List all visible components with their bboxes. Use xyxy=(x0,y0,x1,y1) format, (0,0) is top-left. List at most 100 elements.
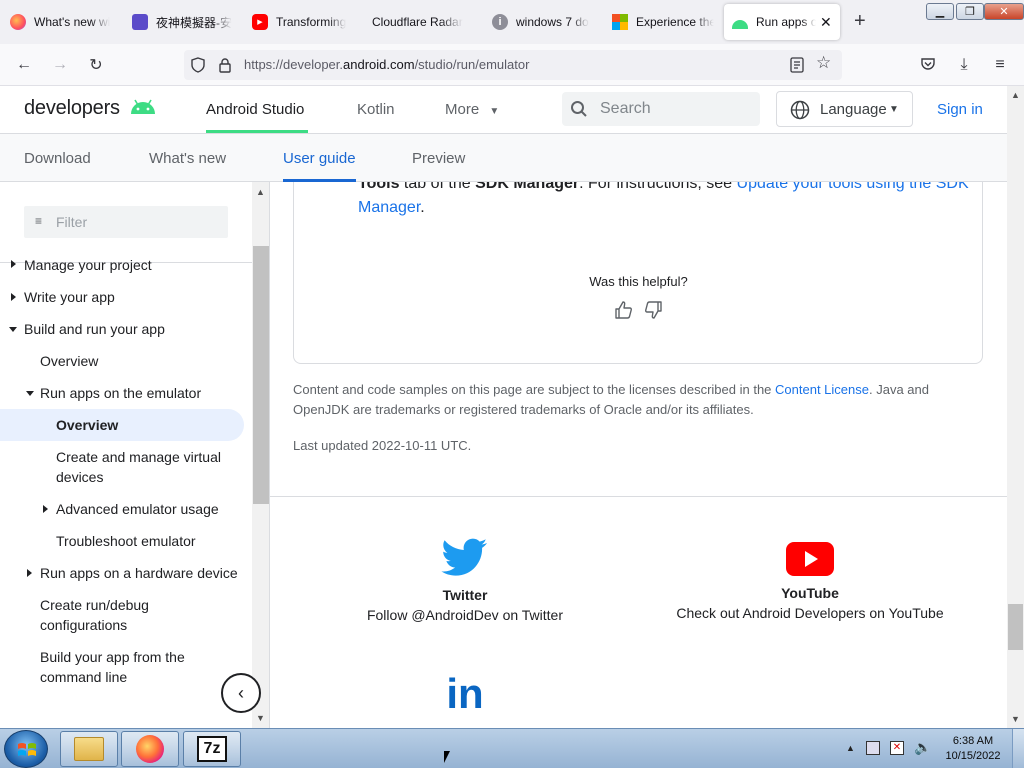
nav-kotlin[interactable]: Kotlin xyxy=(357,101,395,118)
lock-icon[interactable] xyxy=(218,57,232,73)
back-button[interactable]: ← xyxy=(12,53,36,77)
browser-tab[interactable]: Cloudflare Radar xyxy=(364,4,482,40)
scroll-up-arrow-icon[interactable]: ▲ xyxy=(1007,87,1024,103)
reload-button[interactable]: ↻ xyxy=(84,53,108,77)
show-hidden-icons-arrow[interactable]: ▲ xyxy=(846,743,855,753)
sidebar-item-build-run[interactable]: Build and run your app xyxy=(24,319,165,339)
developers-logo[interactable]: developers xyxy=(24,97,157,120)
license-text: Content and code samples on this page ar… xyxy=(293,382,929,417)
minimize-icon: ▁ xyxy=(935,6,945,18)
taskbar-7zip[interactable]: 7z xyxy=(183,731,241,767)
new-tab-button[interactable]: + xyxy=(854,10,866,33)
sidebar-item-overview-selected[interactable]: Overview xyxy=(56,415,118,435)
forward-button[interactable]: → xyxy=(48,53,72,77)
tab-whats-new[interactable]: What's new xyxy=(149,150,226,167)
sub-navigation: Download What's new User guide Preview xyxy=(0,134,1007,182)
search-input[interactable]: Search xyxy=(562,92,760,126)
browser-tab[interactable]: ▶ Transforming xyxy=(244,4,362,40)
show-desktop-button[interactable] xyxy=(1012,729,1024,768)
search-icon xyxy=(571,101,587,117)
browser-tab[interactable]: What's new wi xyxy=(2,4,120,40)
nav-more[interactable]: More ▼ xyxy=(445,101,499,118)
feedback-prompt: Was this helpful? xyxy=(589,274,688,289)
mouse-cursor-icon xyxy=(444,751,450,763)
main-content: Tools tab of the SDK Manager. For instru… xyxy=(270,182,1007,728)
url-bar[interactable]: https://developer.android.com/studio/run… xyxy=(184,50,842,80)
browser-tab[interactable]: 夜神模擬器-安 xyxy=(124,4,242,40)
browser-tab[interactable]: Experience the xyxy=(604,4,722,40)
restore-button[interactable]: ❐ xyxy=(956,3,984,20)
start-button[interactable] xyxy=(4,730,48,768)
microsoft-icon xyxy=(612,14,628,30)
expand-arrow-icon[interactable] xyxy=(11,260,16,268)
minimize-button[interactable]: ▁ xyxy=(926,3,954,20)
windows-logo-icon xyxy=(18,743,36,756)
network-icon[interactable] xyxy=(866,741,880,755)
downloads-button[interactable]: ⤓ xyxy=(952,53,976,77)
thumbs-down-icon[interactable] xyxy=(643,300,663,320)
taskbar-file-explorer[interactable] xyxy=(60,731,118,767)
reader-view-icon[interactable] xyxy=(790,57,804,73)
sidebar-item-manage-project[interactable]: Manage your project xyxy=(24,255,152,275)
action-center-icon[interactable]: ✕ xyxy=(890,741,904,755)
sidebar-item-hardware-device[interactable]: Run apps on a hardware device xyxy=(40,563,238,583)
sidebar-item-advanced-emulator[interactable]: Advanced emulator usage xyxy=(56,499,219,519)
twitter-link[interactable]: Twitter Follow @AndroidDev on Twitter xyxy=(320,538,610,623)
bookmark-star-icon[interactable]: ☆ xyxy=(816,53,831,73)
shield-icon[interactable] xyxy=(190,57,206,73)
expand-arrow-icon[interactable] xyxy=(27,569,32,577)
browser-tab[interactable]: i windows 7 do xyxy=(484,4,602,40)
sidebar-item-run-debug-config[interactable]: Create run/debug configurations xyxy=(40,595,190,635)
tab-preview[interactable]: Preview xyxy=(412,150,465,167)
content-license-link[interactable]: Content License xyxy=(775,382,869,397)
language-button[interactable]: Language ▼ xyxy=(776,91,913,127)
tab-user-guide[interactable]: User guide xyxy=(283,150,356,167)
tab-download[interactable]: Download xyxy=(24,150,91,167)
sidebar-item-overview[interactable]: Overview xyxy=(40,351,98,371)
youtube-link[interactable]: YouTube Check out Android Developers on … xyxy=(650,542,970,621)
nav-android-studio[interactable]: Android Studio xyxy=(206,101,304,118)
sidebar-scroll-thumb[interactable] xyxy=(253,246,269,504)
collapse-arrow-icon[interactable] xyxy=(9,327,17,332)
page-scroll-thumb[interactable] xyxy=(1008,604,1023,650)
sidebar-item-build-command-line[interactable]: Build your app from the command line xyxy=(40,647,210,687)
globe-icon xyxy=(790,100,810,120)
close-icon: ✕ xyxy=(999,6,1009,18)
filter-input[interactable]: ≡ Filter xyxy=(24,206,228,238)
scroll-up-arrow-icon[interactable]: ▲ xyxy=(252,184,269,200)
url-text[interactable]: https://developer.android.com/studio/run… xyxy=(244,57,529,72)
android-icon xyxy=(732,20,748,29)
browser-tab-strip: What's new wi 夜神模擬器-安 ▶ Transforming Clo… xyxy=(0,0,1024,44)
windows-taskbar: 7z ▲ ✕ 🔈 6:38 AM 10/15/2022 xyxy=(0,728,1024,768)
sign-in-link[interactable]: Sign in xyxy=(937,101,983,118)
android-icon xyxy=(131,99,156,114)
taskbar-firefox[interactable] xyxy=(121,731,179,767)
download-icon: ⤓ xyxy=(960,56,968,73)
browser-tab-active[interactable]: Run apps on ✕ xyxy=(724,4,840,40)
menu-button[interactable]: ≡ xyxy=(988,53,1012,77)
expand-arrow-icon[interactable] xyxy=(11,293,16,301)
filter-icon: ≡ xyxy=(35,214,43,228)
thumbs-up-icon[interactable] xyxy=(614,300,634,320)
expand-arrow-icon[interactable] xyxy=(43,505,48,513)
nox-icon xyxy=(132,14,148,30)
system-clock[interactable]: 6:38 AM 10/15/2022 xyxy=(940,734,1006,764)
collapse-sidebar-button[interactable]: ‹ xyxy=(221,673,261,713)
close-window-button[interactable]: ✕ xyxy=(984,3,1024,20)
divider xyxy=(270,496,1007,497)
volume-icon[interactable]: 🔈 xyxy=(914,739,931,756)
sidebar-item-troubleshoot[interactable]: Troubleshoot emulator xyxy=(56,531,196,551)
linkedin-link[interactable]: in xyxy=(435,673,495,715)
dropdown-arrow-icon: ▼ xyxy=(489,106,500,117)
scroll-down-arrow-icon[interactable]: ▼ xyxy=(1007,711,1024,727)
sidebar-item-run-emulator[interactable]: Run apps on the emulator xyxy=(40,383,201,403)
file-explorer-icon xyxy=(74,737,104,761)
sidebar-item-manage-virtual-devices[interactable]: Create and manage virtual devices xyxy=(56,447,236,487)
restore-icon: ❐ xyxy=(965,6,975,18)
sidebar-item-write-app[interactable]: Write your app xyxy=(24,287,115,307)
pocket-icon[interactable] xyxy=(920,56,936,72)
collapse-arrow-icon[interactable] xyxy=(26,391,34,396)
close-tab-icon[interactable]: ✕ xyxy=(820,14,832,31)
article-card: Tools tab of the SDK Manager. For instru… xyxy=(293,182,983,364)
scroll-down-arrow-icon[interactable]: ▼ xyxy=(252,710,269,726)
